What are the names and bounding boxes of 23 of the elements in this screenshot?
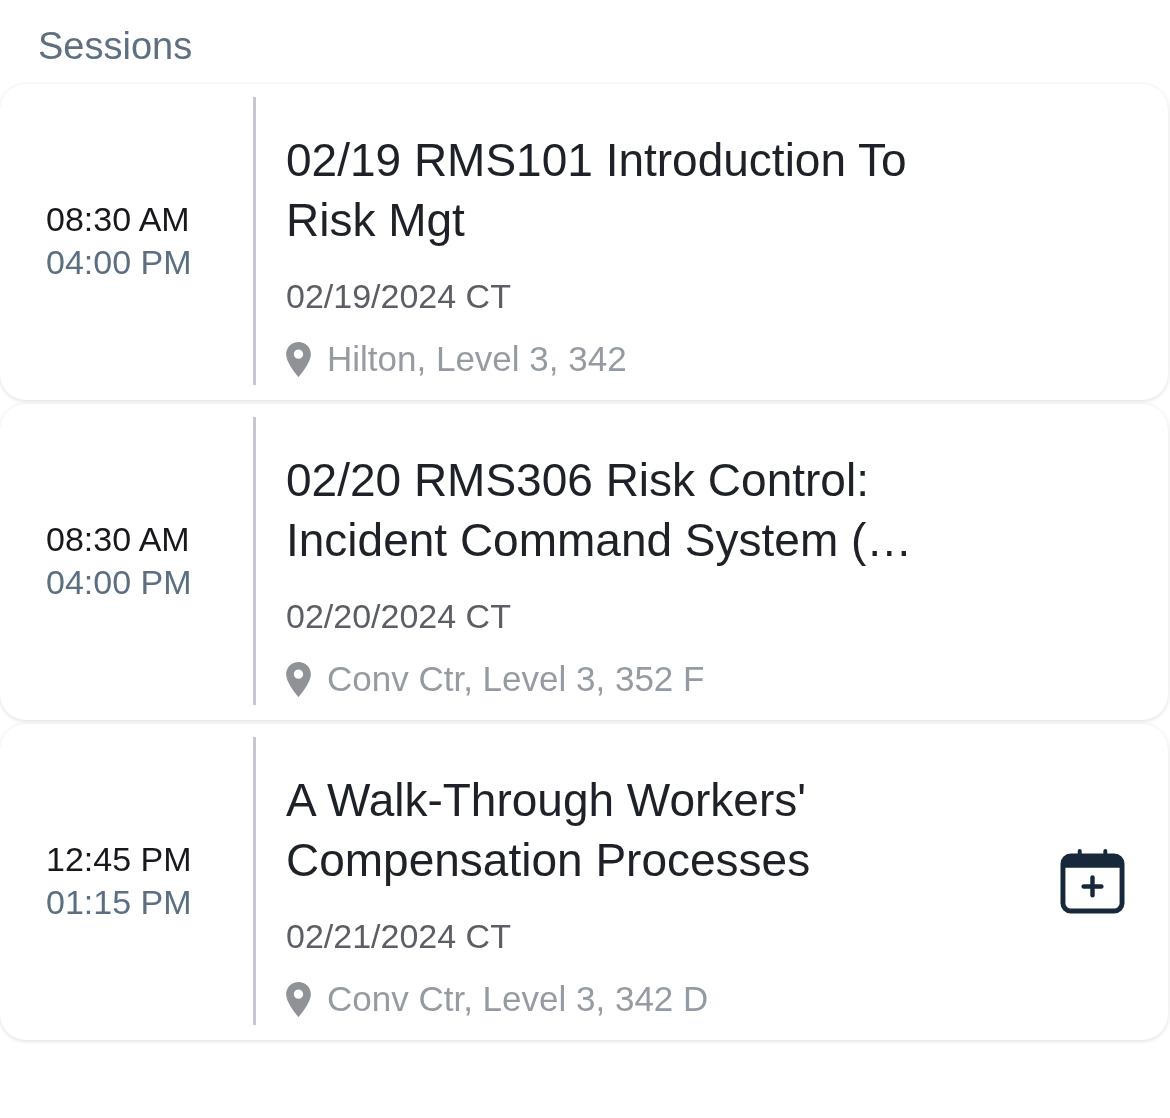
session-card[interactable]: 08:30 AM 04:00 PM 02/19 RMS101 Introduction To Risk Mgt 02/19/2024 CT Hilton, Level 3, 342: [0, 84, 1168, 400]
session-location: Conv Ctr, Level 3, 342 D: [327, 978, 709, 1020]
session-title: 02/20 RMS306 Risk Control: Incident Command System (…: [286, 453, 914, 568]
map-pin-icon: [286, 341, 311, 377]
session-location: Hilton, Level 3, 342: [327, 338, 627, 380]
end-time: 01:15 PM: [46, 882, 192, 923]
session-title: 02/19 RMS101 Introduction To Risk Mgt: [286, 133, 908, 248]
end-time: 04:00 PM: [46, 562, 192, 603]
end-time: 04:00 PM: [46, 242, 192, 283]
calendar-add-icon[interactable]: [1060, 848, 1125, 914]
session-date: 02/20/2024 CT: [286, 596, 511, 637]
map-pin-icon: [286, 981, 311, 1017]
start-time: 08:30 AM: [46, 519, 190, 560]
session-date: 02/21/2024 CT: [286, 916, 511, 957]
session-card[interactable]: 12:45 PM 01:15 PM A Walk-Through Workers' Compensation Processes 02/21/2024 CT Conv Ctr, Level 3, 342 D: [0, 724, 1168, 1040]
map-pin-icon: [286, 661, 311, 697]
session-date: 02/19/2024 CT: [286, 276, 511, 317]
section-title: Sessions: [38, 24, 193, 68]
start-time: 08:30 AM: [46, 199, 190, 240]
session-title: A Walk-Through Workers' Compensation Processes: [286, 773, 812, 888]
session-location: Conv Ctr, Level 3, 352 F: [327, 658, 705, 700]
session-card[interactable]: 08:30 AM 04:00 PM 02/20 RMS306 Risk Control: Incident Command System (… 02/20/2024 CT Conv Ctr, Level 3, 352 F: [0, 404, 1168, 720]
start-time: 12:45 PM: [46, 839, 192, 880]
